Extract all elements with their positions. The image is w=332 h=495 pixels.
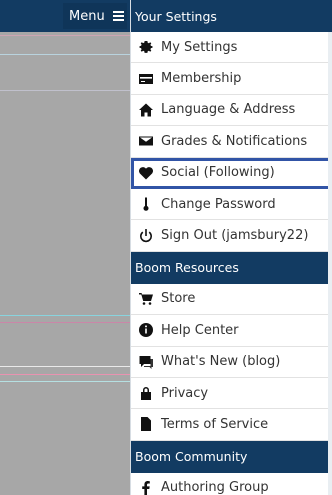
menu-label: Menu bbox=[69, 8, 105, 24]
menu-item-label: Change Password bbox=[161, 196, 276, 212]
menu-item-my-settings[interactable]: My Settings bbox=[131, 32, 332, 64]
menu-item-label: My Settings bbox=[161, 39, 238, 55]
menu-item-label: Language & Address bbox=[161, 102, 296, 118]
menu-item-label: Help Center bbox=[161, 322, 239, 338]
menu-item-sign-out-jamsbury22[interactable]: Sign Out (jamsbury22) bbox=[131, 220, 332, 252]
section-header: Boom Community bbox=[131, 440, 332, 473]
menu-item-what-s-new-blog[interactable]: What's New (blog) bbox=[131, 347, 332, 378]
menu-item-social-following[interactable]: Social (Following) bbox=[131, 157, 332, 189]
menu-item-store[interactable]: Store bbox=[131, 284, 332, 316]
menu-item-label: Privacy bbox=[161, 385, 209, 401]
scrollbar[interactable] bbox=[328, 32, 332, 495]
backdrop-streak bbox=[0, 90, 130, 91]
home-icon bbox=[137, 101, 155, 119]
power-icon bbox=[137, 227, 155, 245]
menu-item-terms-of-service[interactable]: Terms of Service bbox=[131, 409, 332, 441]
menu-item-label: Grades & Notifications bbox=[161, 133, 308, 149]
chat-icon bbox=[137, 353, 155, 371]
menu-item-label: Store bbox=[161, 291, 196, 307]
menu-item-authoring-group[interactable]: Authoring Group bbox=[131, 473, 332, 495]
menu-item-label: Membership bbox=[161, 71, 242, 87]
menu-list: Your Settings My Settings Membership Langua… bbox=[131, 0, 332, 495]
backdrop-streak bbox=[0, 35, 130, 36]
backdrop-streak bbox=[0, 374, 130, 375]
thermometer-icon bbox=[137, 195, 155, 213]
menu-item-label: Terms of Service bbox=[161, 416, 269, 432]
card-icon bbox=[137, 70, 155, 88]
lock-icon bbox=[137, 384, 155, 402]
cart-icon bbox=[137, 290, 155, 308]
section-header: Boom Resources bbox=[131, 251, 332, 284]
envelope-icon bbox=[137, 132, 155, 150]
section-header: Your Settings bbox=[131, 0, 332, 32]
page-backdrop bbox=[0, 0, 130, 495]
menu-item-grades-notifications[interactable]: Grades & Notifications bbox=[131, 126, 332, 158]
info-icon bbox=[137, 321, 155, 339]
menu-item-label: Sign Out (jamsbury22) bbox=[161, 228, 309, 244]
backdrop-streak bbox=[0, 366, 130, 367]
settings-dropdown-panel: Your Settings My Settings Membership Langua… bbox=[130, 0, 332, 495]
backdrop-streak bbox=[0, 315, 130, 316]
menu-item-language-address[interactable]: Language & Address bbox=[131, 95, 332, 127]
facebook-icon bbox=[137, 479, 155, 495]
heart-icon bbox=[137, 164, 155, 182]
menu-item-label: What's New (blog) bbox=[161, 354, 281, 370]
menu-item-label: Social (Following) bbox=[161, 165, 275, 181]
gear-icon bbox=[137, 38, 155, 56]
menu-item-help-center[interactable]: Help Center bbox=[131, 315, 332, 347]
hamburger-icon bbox=[112, 9, 124, 23]
menu-item-membership[interactable]: Membership bbox=[131, 63, 332, 95]
menu-item-privacy[interactable]: Privacy bbox=[131, 378, 332, 410]
menu-item-change-password[interactable]: Change Password bbox=[131, 189, 332, 221]
backdrop-streak bbox=[0, 322, 130, 323]
backdrop-streak bbox=[0, 381, 130, 382]
menu-item-label: Authoring Group bbox=[161, 480, 269, 495]
document-icon bbox=[137, 415, 155, 433]
menu-button[interactable]: Menu bbox=[63, 3, 127, 29]
backdrop-streak bbox=[0, 54, 130, 55]
